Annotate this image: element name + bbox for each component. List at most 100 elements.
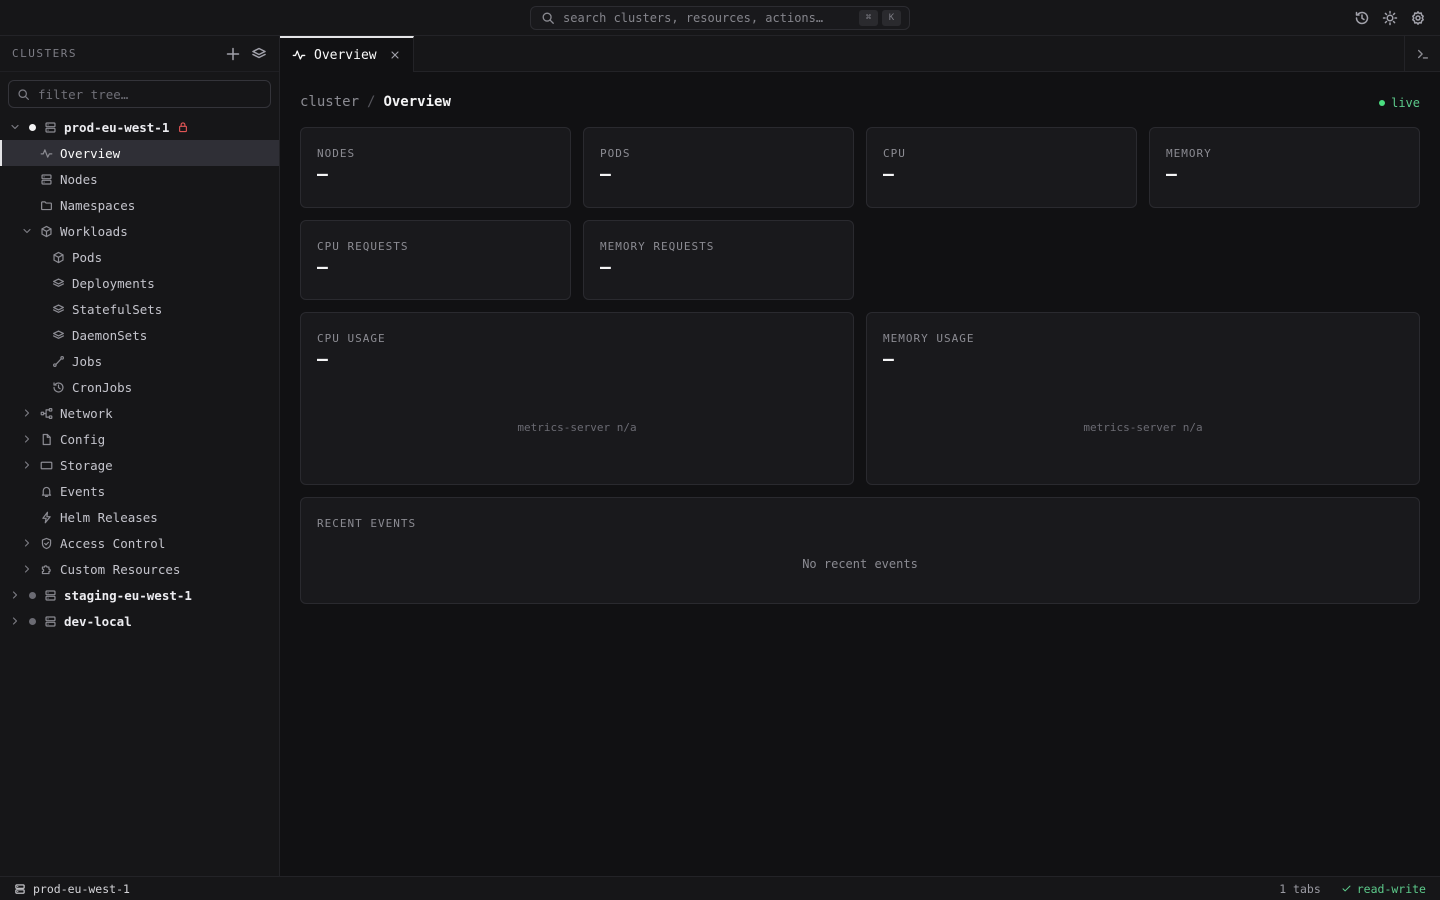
server-icon — [44, 589, 57, 602]
breadcrumb-parent[interactable]: cluster — [300, 94, 359, 110]
usage-value: — — [317, 349, 328, 370]
sidebar-item-label: DaemonSets — [72, 327, 148, 343]
command-search[interactable]: ⌘ K — [530, 6, 910, 30]
sidebar-header: CLUSTERS — [0, 36, 279, 72]
cluster-status-dot — [29, 123, 36, 131]
shortcut-key-k: K — [882, 10, 901, 26]
bolt-icon — [40, 511, 53, 524]
stat-value: — — [883, 164, 894, 185]
chevron-right-icon[interactable] — [21, 537, 33, 549]
lock-icon — [177, 121, 189, 133]
cube-icon — [40, 225, 53, 238]
sidebar-item-custom-resources[interactable]: Custom Resources — [0, 556, 279, 582]
tree-filter-input[interactable] — [38, 86, 262, 102]
cpu-usage-card: CPU USAGE — metrics-server n/a — [300, 312, 854, 485]
check-icon — [1341, 883, 1352, 894]
usage-title: MEMORY USAGE — [883, 332, 975, 345]
chevron-right-icon[interactable] — [21, 407, 33, 419]
sidebar-item-label: Overview — [60, 145, 121, 161]
chevron-right-icon[interactable] — [21, 563, 33, 575]
status-access-mode: read-write — [1341, 882, 1426, 896]
search-input[interactable] — [563, 11, 855, 25]
sidebar-item-label: Namespaces — [60, 197, 136, 213]
network-icon — [40, 407, 53, 420]
recent-events-card: RECENT EVENTS No recent events — [300, 497, 1420, 604]
tree-filter[interactable] — [8, 80, 271, 108]
tab-label: Overview — [314, 47, 377, 63]
sidebar-item-access-control[interactable]: Access Control — [0, 530, 279, 556]
sidebar-item-label: Deployments — [72, 275, 155, 291]
sidebar-item-overview[interactable]: Overview — [0, 140, 279, 166]
chevron-right-icon[interactable] — [9, 589, 21, 601]
sidebar-item-config[interactable]: Config — [0, 426, 279, 452]
history-icon[interactable] — [1354, 10, 1370, 26]
status-bar: prod-eu-west-1 1 tabs read-write — [0, 876, 1440, 900]
events-title: RECENT EVENTS — [317, 517, 417, 530]
sidebar-item-jobs[interactable]: Jobs — [0, 348, 279, 374]
usage-title: CPU USAGE — [317, 332, 386, 345]
cluster-staging-eu-west-1[interactable]: staging-eu-west-1 — [0, 582, 279, 608]
close-icon[interactable] — [389, 49, 401, 61]
server-icon — [14, 883, 26, 895]
tab-overview[interactable]: Overview — [280, 36, 414, 72]
sidebar-item-network[interactable]: Network — [0, 400, 279, 426]
sidebar-item-label: Jobs — [72, 353, 103, 369]
sidebar-item-label: Workloads — [60, 223, 128, 239]
cube-icon — [52, 251, 65, 264]
server-icon — [40, 173, 53, 186]
folder-icon — [40, 199, 53, 212]
cluster-tree: prod-eu-west-1 Overview Nodes Namespaces Wor… — [0, 114, 279, 634]
stat-card-cpu-requests: CPU REQUESTS — — [300, 220, 571, 300]
sidebar-item-label: Network — [60, 405, 113, 421]
layers-icon[interactable] — [251, 46, 267, 62]
sidebar-item-label: Helm Releases — [60, 509, 158, 525]
cluster-prod-eu-west-1[interactable]: prod-eu-west-1 — [0, 114, 279, 140]
route-icon — [52, 355, 65, 368]
layers-icon — [52, 277, 65, 290]
sidebar-item-label: Nodes — [60, 171, 98, 187]
sidebar-item-statefulsets[interactable]: StatefulSets — [0, 296, 279, 322]
cluster-dev-local[interactable]: dev-local — [0, 608, 279, 634]
events-empty-message: No recent events — [802, 557, 918, 571]
stat-card-nodes: NODES — — [300, 127, 571, 208]
sidebar-item-daemonsets[interactable]: DaemonSets — [0, 322, 279, 348]
sidebar-item-events[interactable]: Events — [0, 478, 279, 504]
sidebar-item-namespaces[interactable]: Namespaces — [0, 192, 279, 218]
sidebar-item-helm-releases[interactable]: Helm Releases — [0, 504, 279, 530]
sidebar-item-cronjobs[interactable]: CronJobs — [0, 374, 279, 400]
status-cluster[interactable]: prod-eu-west-1 — [14, 882, 130, 896]
layers-icon — [52, 303, 65, 316]
live-dot — [1379, 100, 1386, 106]
bell-icon — [40, 485, 53, 498]
chevron-down-icon[interactable] — [9, 121, 21, 133]
stat-title: MEMORY REQUESTS — [600, 240, 715, 253]
server-icon — [44, 615, 57, 628]
chevron-right-icon[interactable] — [9, 615, 21, 627]
status-cluster-name: prod-eu-west-1 — [33, 881, 130, 896]
sidebar-item-label: Config — [60, 431, 106, 447]
cluster-name: prod-eu-west-1 — [64, 119, 170, 135]
activity-icon — [40, 147, 53, 160]
stat-value: — — [1166, 164, 1177, 185]
sidebar-item-label: Storage — [60, 457, 113, 473]
sidebar-item-deployments[interactable]: Deployments — [0, 270, 279, 296]
terminal-button[interactable] — [1404, 36, 1440, 72]
chevron-right-icon[interactable] — [21, 433, 33, 445]
sidebar-item-storage[interactable]: Storage — [0, 452, 279, 478]
stat-value: — — [317, 164, 328, 185]
add-cluster-button[interactable] — [225, 46, 241, 62]
puzzle-icon — [40, 563, 53, 576]
main-content: cluster / Overview live NODES — PODS — C… — [280, 72, 1440, 876]
top-actions — [1354, 0, 1426, 36]
terminal-icon — [1416, 47, 1430, 61]
status-tabs-count: 1 tabs — [1279, 881, 1321, 896]
sidebar-item-nodes[interactable]: Nodes — [0, 166, 279, 192]
activity-icon — [292, 48, 306, 62]
chevron-down-icon[interactable] — [21, 225, 33, 237]
sun-icon[interactable] — [1382, 10, 1398, 26]
gear-icon[interactable] — [1410, 10, 1426, 26]
stat-title: NODES — [317, 147, 356, 160]
chevron-right-icon[interactable] — [21, 459, 33, 471]
sidebar-item-pods[interactable]: Pods — [0, 244, 279, 270]
sidebar-item-workloads[interactable]: Workloads — [0, 218, 279, 244]
